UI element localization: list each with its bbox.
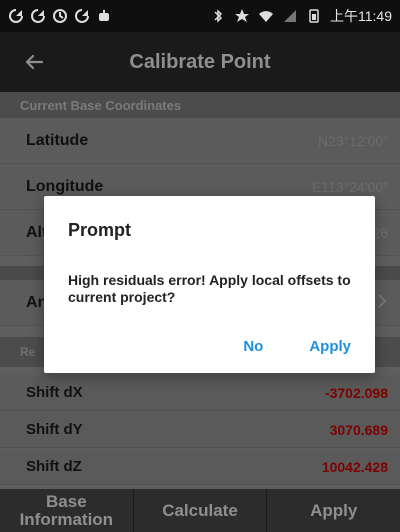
battery-icon bbox=[306, 8, 322, 24]
status-icons-right: 上午11:49 bbox=[210, 6, 392, 26]
dialog-title: Prompt bbox=[68, 220, 131, 240]
shift-dx-value: -3702.098 bbox=[324, 384, 388, 401]
shift-dz-label: Shift dZ bbox=[26, 458, 82, 475]
longitude-label: Longitude bbox=[26, 177, 104, 195]
longitude-value: E113°24'00" bbox=[311, 178, 388, 195]
app-bar: Calibrate Point bbox=[0, 32, 400, 92]
apply-bottom-button[interactable]: Apply bbox=[267, 489, 400, 532]
chevron-right-icon bbox=[376, 293, 388, 312]
dialog-no-button[interactable]: No bbox=[243, 338, 263, 355]
page-title: Calibrate Point bbox=[129, 50, 271, 73]
shift-dz-value: 10042.428 bbox=[321, 458, 388, 475]
status-icons-left bbox=[8, 8, 112, 24]
latitude-label: Latitude bbox=[26, 131, 89, 149]
shift-dz-row: Shift dZ 10042.428 bbox=[0, 449, 400, 485]
shift-dy-label: Shift dY bbox=[26, 421, 83, 438]
shift-dy-value: 3070.689 bbox=[329, 421, 388, 438]
robot-icon bbox=[96, 8, 112, 24]
wifi-icon bbox=[258, 8, 274, 24]
star-icon bbox=[234, 8, 250, 24]
dialog-actions: No Apply bbox=[243, 338, 351, 355]
shift-dy-row: Shift dY 3070.689 bbox=[0, 412, 400, 448]
latitude-row: Latitude N23°12'00" bbox=[0, 118, 400, 164]
latitude-value: N23°12'00" bbox=[317, 132, 388, 149]
bottom-action-bar: Base Information Calculate Apply bbox=[0, 489, 400, 532]
shift-dx-label: Shift dX bbox=[26, 384, 83, 401]
back-arrow-icon bbox=[25, 54, 44, 70]
alarm-icon bbox=[52, 8, 68, 24]
dialog-message: High residuals error! Apply local offset… bbox=[68, 272, 351, 305]
calculate-button[interactable]: Calculate bbox=[134, 489, 268, 532]
base-information-button[interactable]: Base Information bbox=[0, 489, 134, 532]
sync-icon bbox=[8, 8, 24, 24]
shift-dx-row: Shift dX -3702.098 bbox=[0, 375, 400, 411]
status-bar: 上午11:49 bbox=[0, 0, 400, 32]
back-button[interactable] bbox=[18, 46, 50, 78]
dialog-apply-button[interactable]: Apply bbox=[309, 338, 351, 355]
signal-icon bbox=[282, 8, 298, 24]
sync-icon bbox=[74, 8, 90, 24]
prompt-dialog: Prompt High residuals error! Apply local… bbox=[44, 196, 375, 373]
bluetooth-icon bbox=[210, 8, 226, 24]
status-time: 上午11:49 bbox=[330, 8, 392, 24]
sync-icon bbox=[30, 8, 46, 24]
section-header-base-coordinates: Current Base Coordinates bbox=[0, 92, 400, 118]
